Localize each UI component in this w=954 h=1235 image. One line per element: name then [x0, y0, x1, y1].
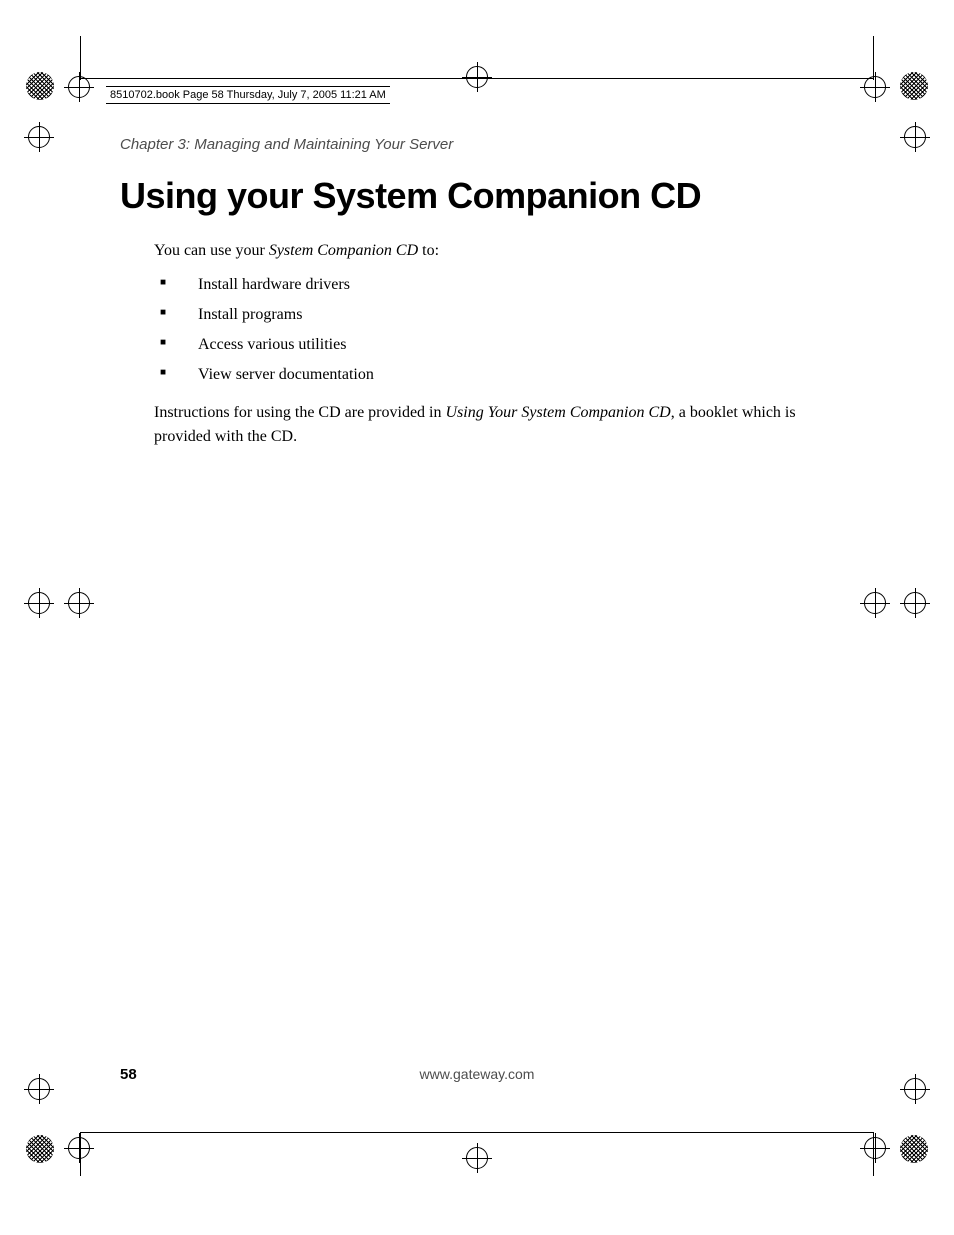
list-item: View server documentation: [154, 363, 834, 387]
intro-italic: System Companion CD: [269, 242, 418, 259]
corner-hatch-icon: [26, 1135, 54, 1163]
intro-prefix: You can use your: [154, 242, 269, 259]
bullet-list: Install hardware drivers Install program…: [154, 273, 834, 387]
register-mark-icon: [64, 1133, 94, 1163]
register-mark-icon: [462, 62, 492, 92]
register-mark-icon: [64, 72, 94, 102]
para2-italic: Using Your System Companion CD: [446, 404, 671, 421]
register-mark-icon: [64, 588, 94, 618]
corner-hatch-icon: [26, 72, 54, 100]
register-mark-icon: [24, 122, 54, 152]
register-mark-icon: [24, 588, 54, 618]
intro-paragraph: You can use your System Companion CD to:: [154, 239, 834, 263]
register-mark-icon: [24, 1074, 54, 1104]
register-mark-icon: [900, 588, 930, 618]
body-block: You can use your System Companion CD to:…: [154, 239, 834, 449]
list-item: Access various utilities: [154, 333, 834, 357]
register-mark-icon: [860, 1133, 890, 1163]
list-item: Install hardware drivers: [154, 273, 834, 297]
crop-rule-bottom: [80, 1132, 874, 1133]
chapter-label: Chapter 3: Managing and Maintaining Your…: [120, 136, 834, 153]
source-meta-line: 8510702.book Page 58 Thursday, July 7, 2…: [106, 86, 390, 104]
page-root: 8510702.book Page 58 Thursday, July 7, 2…: [0, 0, 954, 1235]
corner-hatch-icon: [900, 72, 928, 100]
page-title: Using your System Companion CD: [120, 175, 834, 217]
para2-prefix: Instructions for using the CD are provid…: [154, 404, 446, 421]
instructions-paragraph: Instructions for using the CD are provid…: [154, 401, 834, 449]
footer-url: www.gateway.com: [120, 1066, 834, 1082]
corner-hatch-icon: [900, 1135, 928, 1163]
register-mark-icon: [900, 122, 930, 152]
register-mark-icon: [462, 1143, 492, 1173]
content-area: Chapter 3: Managing and Maintaining Your…: [120, 136, 834, 449]
register-mark-icon: [860, 588, 890, 618]
register-mark-icon: [900, 1074, 930, 1104]
register-mark-icon: [860, 72, 890, 102]
intro-suffix: to:: [418, 242, 439, 259]
list-item: Install programs: [154, 303, 834, 327]
